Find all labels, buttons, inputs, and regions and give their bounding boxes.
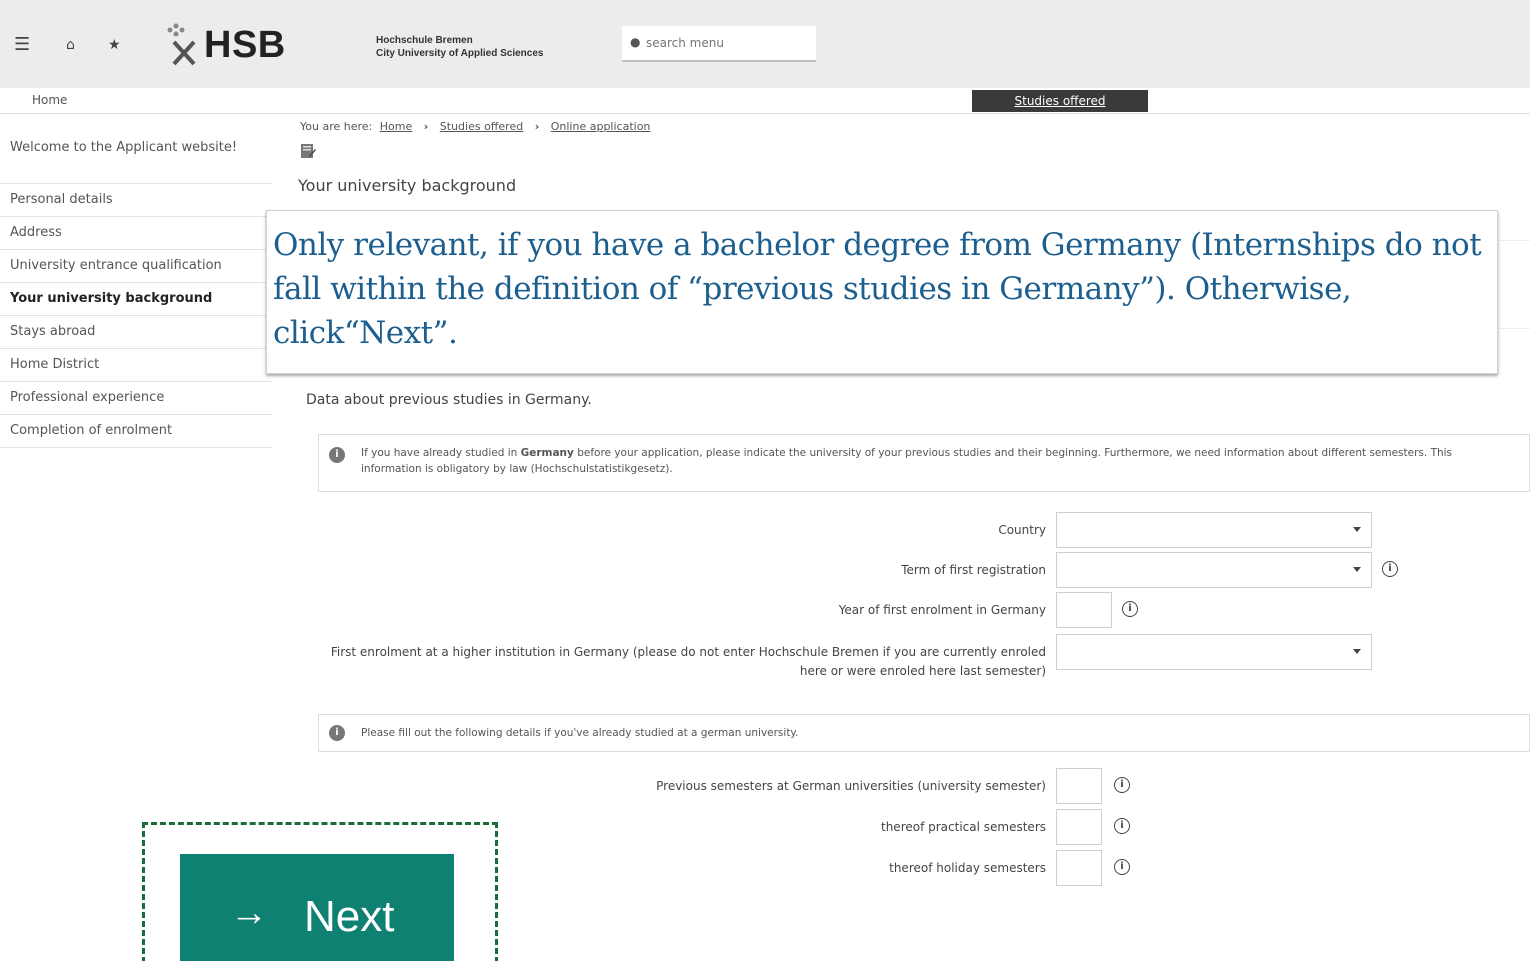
sidebar-item-university-background[interactable]: Your university background bbox=[0, 283, 272, 316]
term-select[interactable] bbox=[1056, 552, 1372, 588]
chevron-down-icon bbox=[1353, 567, 1361, 572]
info-icon: i bbox=[329, 447, 345, 463]
first-enrolment-label: First enrolment at a higher institution … bbox=[330, 645, 1046, 678]
sidebar-item-personal-details[interactable]: Personal details bbox=[0, 184, 272, 217]
divider bbox=[1498, 240, 1530, 241]
star-icon[interactable]: ★ bbox=[108, 37, 121, 53]
help-icon[interactable]: i bbox=[1114, 818, 1130, 834]
search-box[interactable]: ● bbox=[622, 26, 816, 62]
breadcrumb-studies-offered[interactable]: Studies offered bbox=[440, 120, 523, 133]
holiday-semesters-label: thereof holiday semesters bbox=[889, 861, 1046, 875]
first-enrolment-select[interactable] bbox=[1056, 634, 1372, 670]
info-text: Please fill out the following details if… bbox=[361, 727, 799, 739]
edit-icon bbox=[301, 144, 316, 158]
previous-semesters-input[interactable] bbox=[1056, 768, 1102, 804]
info-icon: i bbox=[329, 725, 345, 741]
sidebar-item-home-district[interactable]: Home District bbox=[0, 349, 272, 382]
info-box-german-university: i Please fill out the following details … bbox=[318, 714, 1530, 752]
next-button[interactable]: → Next bbox=[180, 854, 454, 961]
chevron-right-icon: › bbox=[423, 120, 429, 133]
chevron-right-icon: › bbox=[534, 120, 540, 133]
sidebar-item-stays-abroad[interactable]: Stays abroad bbox=[0, 316, 272, 349]
help-icon[interactable]: i bbox=[1114, 777, 1130, 793]
search-input[interactable] bbox=[646, 34, 806, 52]
tab-studies-offered[interactable]: Studies offered bbox=[972, 90, 1148, 112]
page-title: Your university background bbox=[298, 176, 517, 195]
header: ☰ ⌂ ★ HSB Hochschule Bremen City Univers… bbox=[0, 0, 1530, 88]
hsb-logo-icon bbox=[167, 23, 196, 66]
help-icon[interactable]: i bbox=[1122, 601, 1138, 617]
country-label: Country bbox=[998, 523, 1046, 537]
term-label: Term of first registration bbox=[901, 563, 1046, 577]
year-input[interactable] bbox=[1056, 592, 1112, 628]
instruction-callout: Only relevant, if you have a bachelor de… bbox=[266, 210, 1498, 374]
menu-icon[interactable]: ☰ bbox=[14, 34, 30, 55]
holiday-semesters-input[interactable] bbox=[1056, 850, 1102, 886]
sidebar-item-address[interactable]: Address bbox=[0, 217, 272, 250]
sidebar-item-professional-experience[interactable]: Professional experience bbox=[0, 382, 272, 415]
chevron-down-icon bbox=[1353, 649, 1361, 654]
sidebar: Welcome to the Applicant website! Person… bbox=[0, 132, 272, 448]
sidebar-item-welcome[interactable]: Welcome to the Applicant website! bbox=[0, 132, 272, 184]
university-name: Hochschule Bremen City University of App… bbox=[376, 35, 544, 59]
help-icon[interactable]: i bbox=[1382, 561, 1398, 577]
breadcrumb-online-application[interactable]: Online application bbox=[551, 120, 651, 133]
divider bbox=[1498, 328, 1530, 329]
chevron-down-icon bbox=[1353, 527, 1361, 532]
help-icon[interactable]: i bbox=[1114, 859, 1130, 875]
callout-text: Only relevant, if you have a bachelor de… bbox=[273, 227, 1482, 351]
arrow-right-icon: → bbox=[230, 892, 268, 934]
info-box-previous-studies: i If you have already studied in Germany… bbox=[318, 434, 1530, 492]
home-icon[interactable]: ⌂ bbox=[66, 37, 75, 53]
section-title: Data about previous studies in Germany. bbox=[306, 392, 592, 408]
breadcrumb-home[interactable]: Home bbox=[380, 120, 412, 133]
next-button-label: Next bbox=[304, 892, 395, 941]
practical-semesters-label: thereof practical semesters bbox=[881, 820, 1046, 834]
logo-text[interactable]: HSB bbox=[204, 24, 286, 67]
info-text: If you have already studied in Germany b… bbox=[361, 447, 1453, 475]
nav-home[interactable]: Home bbox=[32, 93, 67, 107]
country-select[interactable] bbox=[1056, 512, 1372, 548]
sidebar-item-entrance-qualification[interactable]: University entrance qualification bbox=[0, 250, 272, 283]
breadcrumb: You are here: Home › Studies offered › O… bbox=[300, 120, 651, 133]
sidebar-item-completion[interactable]: Completion of enrolment bbox=[0, 415, 272, 448]
practical-semesters-input[interactable] bbox=[1056, 809, 1102, 845]
navbar: Home Studies offered bbox=[0, 88, 1530, 114]
year-label: Year of first enrolment in Germany bbox=[838, 603, 1046, 617]
search-icon: ● bbox=[630, 35, 641, 49]
previous-semesters-label: Previous semesters at German universitie… bbox=[656, 779, 1046, 793]
